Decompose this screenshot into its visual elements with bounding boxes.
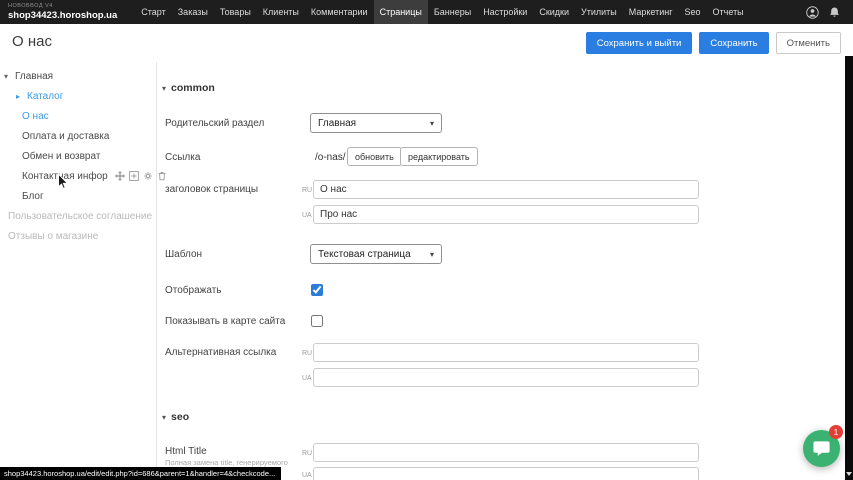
tree-item-label: Пользовательское соглашение [8, 211, 152, 222]
menu-item-pages[interactable]: Страницы [374, 0, 428, 24]
tree-item-label: Отзывы о магазине [8, 231, 98, 242]
browser-status-url: shop34423.horoshop.ua/edit/edit.php?id=6… [0, 467, 281, 480]
page-title-field-label: заголовок страницы [165, 184, 258, 195]
tree-item-label: Контактная инфор [22, 171, 108, 182]
scroll-down-arrow-icon [846, 472, 852, 476]
section-common[interactable]: ▾ common [162, 82, 215, 94]
add-page-icon[interactable] [129, 171, 139, 181]
tree-item-catalog[interactable]: ▸ Каталог [16, 86, 63, 106]
tree-item-contact-info[interactable]: Контактная инфор [22, 166, 167, 186]
navbar-right-icons [806, 6, 853, 19]
chat-unread-badge: 1 [829, 425, 843, 439]
display-checkbox[interactable] [311, 284, 323, 296]
lang-ua-label: UA [302, 212, 312, 219]
lang-ru-label: RU [302, 450, 312, 457]
caret-down-icon[interactable]: ▾ [4, 72, 12, 81]
tree-item-label: Блог [22, 191, 44, 202]
link-update-button[interactable]: обновить [347, 147, 402, 166]
menu-item-reports[interactable]: Отчеты [707, 0, 750, 24]
menu-item-banners[interactable]: Баннеры [428, 0, 477, 24]
logo-domain: shop34423.horoshop.ua [8, 11, 117, 21]
page-title-ru-input[interactable] [313, 180, 699, 199]
caret-down-icon: ▾ [162, 84, 166, 93]
tree-item-home[interactable]: ▾ Главная [4, 66, 53, 86]
chat-bubble-icon [812, 439, 831, 458]
pages-tree-sidebar: ▾ Главная ▸ Каталог О нас Оплата и доста… [0, 62, 157, 480]
tree-item-blog[interactable]: Блог [22, 186, 44, 206]
link-path-value: /o-nas/ [315, 152, 346, 163]
alt-link-label: Альтернативная ссылка [165, 347, 276, 358]
select-value: Текстовая страница [318, 249, 411, 260]
page-scrollbar[interactable] [845, 56, 853, 480]
template-label: Шаблон [165, 249, 202, 260]
sitemap-label: Показывать в карте сайта [165, 316, 285, 327]
menu-item-utilities[interactable]: Утилиты [575, 0, 623, 24]
tree-item-label: О нас [22, 111, 49, 122]
html-title-ru-input[interactable] [313, 443, 699, 462]
sitemap-checkbox[interactable] [311, 315, 323, 327]
menu-item-seo[interactable]: Seo [679, 0, 707, 24]
move-icon[interactable] [115, 171, 125, 181]
lang-ru-label: RU [302, 350, 312, 357]
display-label: Отображать [165, 285, 221, 296]
menu-item-start[interactable]: Старт [135, 0, 171, 24]
section-title: common [171, 82, 215, 94]
caret-down-icon: ▾ [162, 413, 166, 422]
logo[interactable]: НОВОВВОД V4 shop34423.horoshop.ua [0, 4, 125, 21]
menu-item-settings[interactable]: Настройки [477, 0, 533, 24]
menu-item-products[interactable]: Товары [214, 0, 257, 24]
alt-link-ua-input[interactable] [313, 368, 699, 387]
tree-item-payment-delivery[interactable]: Оплата и доставка [22, 126, 109, 146]
tree-item-actions [115, 171, 167, 181]
top-navbar: НОВОВВОД V4 shop34423.horoshop.ua Старт … [0, 0, 853, 24]
logo-version-label: НОВОВВОД V4 [8, 4, 117, 10]
tree-item-user-agreement[interactable]: Пользовательское соглашение [8, 206, 152, 226]
tree-item-store-reviews[interactable]: Отзывы о магазине [8, 226, 98, 246]
header-actions: Сохранить и выйти Сохранить Отменить [586, 32, 841, 54]
tree-item-label: Каталог [27, 91, 63, 102]
tree-item-label: Оплата и доставка [22, 131, 109, 142]
main-menu: Старт Заказы Товары Клиенты Комментарии … [135, 0, 749, 24]
tree-item-label: Обмен и возврат [22, 151, 100, 162]
select-value: Главная [318, 118, 356, 129]
menu-item-orders[interactable]: Заказы [172, 0, 214, 24]
lang-ua-label: UA [302, 375, 312, 382]
parent-section-label: Родительский раздел [165, 118, 264, 129]
html-title-ua-input[interactable] [313, 467, 699, 480]
parent-section-select[interactable]: Главная ▾ [310, 113, 442, 133]
template-select[interactable]: Текстовая страница ▾ [310, 244, 442, 264]
user-account-icon[interactable] [806, 6, 819, 19]
tree-item-exchange-return[interactable]: Обмен и возврат [22, 146, 100, 166]
chevron-down-icon: ▾ [430, 250, 434, 259]
html-title-label: Html Title [165, 446, 207, 457]
cancel-button[interactable]: Отменить [776, 32, 841, 54]
menu-item-clients[interactable]: Клиенты [257, 0, 305, 24]
page-header: О нас Сохранить и выйти Сохранить Отмени… [0, 24, 845, 62]
menu-item-discounts[interactable]: Скидки [533, 0, 575, 24]
save-button[interactable]: Сохранить [699, 32, 768, 54]
delete-trash-icon[interactable] [157, 171, 167, 181]
chat-widget-button[interactable]: 1 [803, 430, 840, 467]
lang-ru-label: RU [302, 187, 312, 194]
tree-item-about-us[interactable]: О нас [22, 106, 49, 126]
html-title-hint: Полная замена title, генерируемого [165, 458, 288, 467]
menu-item-marketing[interactable]: Маркетинг [623, 0, 679, 24]
lang-ua-label: UA [302, 472, 312, 479]
section-seo[interactable]: ▾ seo [162, 411, 189, 423]
horoshop-admin-app: НОВОВВОД V4 shop34423.horoshop.ua Старт … [0, 0, 853, 480]
notifications-bell-icon[interactable] [828, 6, 841, 19]
link-label: Ссылка [165, 152, 200, 163]
tree-item-label: Главная [15, 71, 53, 82]
chevron-down-icon: ▾ [430, 119, 434, 128]
page-title-ua-input[interactable] [313, 205, 699, 224]
caret-right-icon[interactable]: ▸ [16, 92, 24, 101]
page-title: О нас [12, 33, 52, 50]
menu-item-comments[interactable]: Комментарии [305, 0, 374, 24]
section-title: seo [171, 411, 189, 423]
settings-gear-icon[interactable] [143, 171, 153, 181]
link-edit-button[interactable]: редактировать [400, 147, 478, 166]
alt-link-ru-input[interactable] [313, 343, 699, 362]
save-and-exit-button[interactable]: Сохранить и выйти [586, 32, 693, 54]
